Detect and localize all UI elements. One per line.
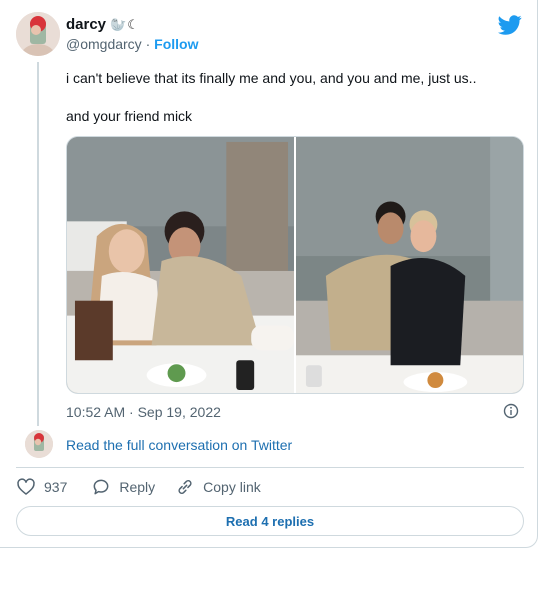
tweet-text-line-1: i can't believe that its finally me and … xyxy=(66,70,477,86)
tweet-text-line-2: and your friend mick xyxy=(66,108,193,124)
copy-link-label: Copy link xyxy=(203,479,261,495)
twitter-bird-icon[interactable] xyxy=(498,13,522,37)
tweet-actions: 937 Reply Copy link xyxy=(16,477,281,497)
tweet-photo-2[interactable] xyxy=(296,137,523,393)
tweet-card: darcy 🦭☾ @omgdarcy · Follow i can't beli… xyxy=(0,0,538,548)
author-handle[interactable]: @omgdarcy xyxy=(66,36,142,52)
tweet-text: i can't believe that its finally me and … xyxy=(66,68,521,144)
heart-icon xyxy=(17,478,35,495)
tweet-photo-1[interactable] xyxy=(67,137,294,393)
follow-link[interactable]: Follow xyxy=(154,36,198,52)
link-icon xyxy=(178,480,192,494)
read-full-conversation-link[interactable]: Read the full conversation on Twitter xyxy=(66,437,292,453)
author-avatar[interactable] xyxy=(16,12,60,56)
like-button[interactable]: 937 xyxy=(16,477,67,497)
author-handle-row: @omgdarcy · Follow xyxy=(66,36,198,52)
reply-author-avatar xyxy=(25,430,53,458)
actions-divider xyxy=(16,467,524,468)
reply-label: Reply xyxy=(119,479,156,495)
handle-separator: · xyxy=(145,36,151,52)
tweet-media[interactable] xyxy=(66,136,524,394)
tweet-timestamp[interactable]: 10:52 AM · Sep 19, 2022 xyxy=(66,404,221,420)
author-name-emoji: 🦭☾ xyxy=(110,16,140,32)
info-icon[interactable] xyxy=(503,403,519,419)
read-replies-button[interactable]: Read 4 replies xyxy=(16,506,524,536)
author-display-name[interactable]: darcy xyxy=(66,16,106,33)
thread-line xyxy=(37,62,39,426)
reply-bubble-icon xyxy=(93,479,109,495)
reply-button[interactable]: Reply xyxy=(91,477,155,497)
copy-link-button[interactable]: Copy link xyxy=(175,477,261,497)
like-count: 937 xyxy=(44,479,68,495)
author-name-row: darcy 🦭☾ xyxy=(66,16,140,33)
